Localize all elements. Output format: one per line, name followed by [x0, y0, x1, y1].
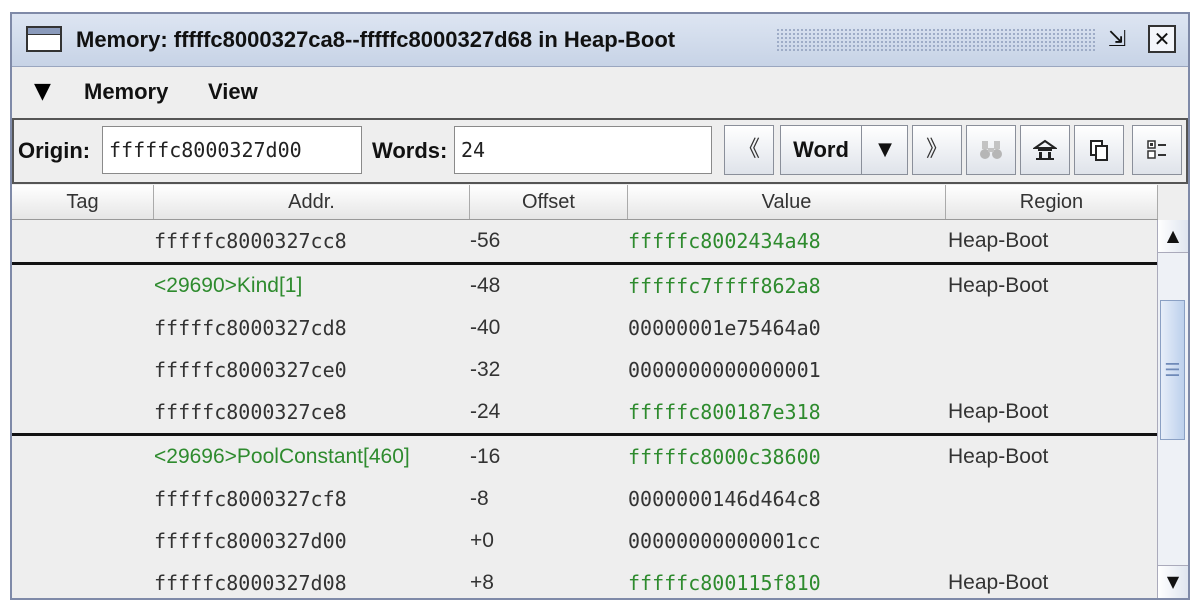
value-link[interactable]: fffffc8000c38600: [628, 436, 821, 478]
title-bar[interactable]: Memory: fffffc8000327ca8--fffffc8000327d…: [12, 14, 1188, 67]
next-button[interactable]: 》: [912, 125, 962, 175]
addr-cell: fffffc8000327d08: [154, 571, 347, 595]
addr-cell: fffffc8000327d00: [154, 529, 347, 553]
scroll-up-icon[interactable]: ▲: [1158, 220, 1188, 253]
value-link[interactable]: fffffc8002434a48: [628, 220, 821, 262]
addr-cell: fffffc8000327ce8: [154, 400, 347, 424]
toolbar: Origin: fffffc8000327d00 Words: 24 《 Wor…: [12, 118, 1188, 184]
memory-table: Tag Addr. Offset Value Region fffffc8000…: [12, 185, 1188, 598]
table-row[interactable]: fffffc8000327cf8 -8 0000000146d464c8: [12, 478, 1158, 520]
offset-cell: -40: [470, 316, 501, 339]
window-title: Memory: fffffc8000327ca8--fffffc8000327d…: [76, 27, 676, 52]
vertical-scrollbar[interactable]: ▲ ☰ ▼: [1157, 220, 1188, 598]
value-cell: 00000001e75464a0: [628, 316, 821, 340]
unit-select[interactable]: Word ▼: [780, 125, 908, 175]
table-row[interactable]: fffffc8000327d00 +0 00000000000001cc: [12, 520, 1158, 562]
chevron-down-icon: ▼: [878, 139, 892, 160]
table-row[interactable]: fffffc8000327ce0 -32 0000000000000001: [12, 349, 1158, 391]
tag-cell: [12, 349, 152, 391]
table-row[interactable]: fffffc8000327cd8 -40 00000001e75464a0: [12, 307, 1158, 349]
addr-cell: fffffc8000327cc8: [154, 229, 347, 253]
region-cell: Heap-Boot: [948, 274, 1049, 297]
tag-cell: [12, 220, 152, 262]
addr-object-link[interactable]: <29696>PoolConstant[460]: [154, 436, 410, 478]
find-button[interactable]: [966, 125, 1016, 175]
menu-view[interactable]: View: [208, 75, 258, 109]
restore-icon[interactable]: ⇲: [1100, 24, 1134, 56]
previous-button[interactable]: 《: [724, 125, 774, 175]
offset-cell: -8: [470, 487, 489, 510]
columns-button[interactable]: [1132, 125, 1182, 175]
view-menu-dropdown-icon[interactable]: ▼: [34, 75, 51, 109]
tag-cell: [12, 436, 152, 478]
region-cell: Heap-Boot: [948, 571, 1049, 594]
tag-cell: [12, 562, 152, 598]
tag-cell: [12, 520, 152, 562]
columns-icon: [1147, 140, 1166, 159]
value-cell: 0000000000000001: [628, 358, 821, 382]
unit-select-value: Word: [781, 126, 862, 174]
offset-cell: -32: [470, 358, 501, 381]
table-body: fffffc8000327cc8 -56 fffffc8002434a48 He…: [12, 220, 1158, 598]
column-header-offset[interactable]: Offset: [470, 185, 628, 219]
window-icon: [26, 26, 62, 52]
words-label: Words:: [372, 138, 448, 163]
words-input[interactable]: 24: [454, 126, 712, 174]
column-header-value[interactable]: Value: [628, 185, 946, 219]
tag-cell: [12, 307, 152, 349]
origin-input[interactable]: fffffc8000327d00: [102, 126, 362, 174]
close-icon[interactable]: ✕: [1148, 25, 1176, 53]
table-row[interactable]: <29690>Kind[1] -48 fffffc7ffff862a8 Heap…: [12, 262, 1158, 307]
offset-cell: -24: [470, 400, 501, 423]
table-row[interactable]: fffffc8000327cc8 -56 fffffc8002434a48 He…: [12, 220, 1158, 262]
offset-cell: -56: [470, 229, 501, 252]
memory-window: Memory: fffffc8000327ca8--fffffc8000327d…: [10, 12, 1190, 600]
scroll-down-icon[interactable]: ▼: [1158, 565, 1188, 598]
title-bar-texture: [776, 28, 1096, 52]
addr-cell: fffffc8000327cd8: [154, 316, 347, 340]
origin-label: Origin:: [18, 138, 91, 163]
offset-cell: +0: [470, 529, 494, 552]
home-icon: [1031, 139, 1059, 160]
copy-icon: [1090, 140, 1108, 161]
tag-cell: [12, 478, 152, 520]
tag-cell: [12, 265, 152, 307]
menu-bar: ▼ Memory View: [12, 67, 1188, 117]
table-header: Tag Addr. Offset Value Region: [12, 185, 1158, 220]
region-cell: Heap-Boot: [948, 400, 1049, 423]
column-header-tag[interactable]: Tag: [12, 185, 154, 219]
column-header-addr[interactable]: Addr.: [154, 185, 470, 219]
region-cell: Heap-Boot: [948, 229, 1049, 252]
value-link[interactable]: fffffc7ffff862a8: [628, 265, 821, 307]
offset-cell: -16: [470, 445, 501, 468]
binoculars-icon: [980, 141, 1002, 159]
home-button[interactable]: [1020, 125, 1070, 175]
addr-cell: fffffc8000327ce0: [154, 358, 347, 382]
copy-button[interactable]: [1074, 125, 1124, 175]
value-link[interactable]: fffffc800115f810: [628, 562, 821, 598]
column-header-region[interactable]: Region: [946, 185, 1158, 219]
table-row[interactable]: <29696>PoolConstant[460] -16 fffffc8000c…: [12, 433, 1158, 478]
menu-memory[interactable]: Memory: [84, 75, 168, 109]
value-cell: 00000000000001cc: [628, 529, 821, 553]
table-row[interactable]: fffffc8000327d08 +8 fffffc800115f810 Hea…: [12, 562, 1158, 598]
addr-object-link[interactable]: <29690>Kind[1]: [154, 265, 302, 307]
value-cell: 0000000146d464c8: [628, 487, 821, 511]
addr-cell: fffffc8000327cf8: [154, 487, 347, 511]
region-cell: Heap-Boot: [948, 445, 1049, 468]
offset-cell: -48: [470, 274, 501, 297]
tag-cell: [12, 391, 152, 433]
offset-cell: +8: [470, 571, 494, 594]
scroll-thumb[interactable]: ☰: [1160, 300, 1185, 440]
value-link[interactable]: fffffc800187e318: [628, 391, 821, 433]
table-row[interactable]: fffffc8000327ce8 -24 fffffc800187e318 He…: [12, 391, 1158, 433]
